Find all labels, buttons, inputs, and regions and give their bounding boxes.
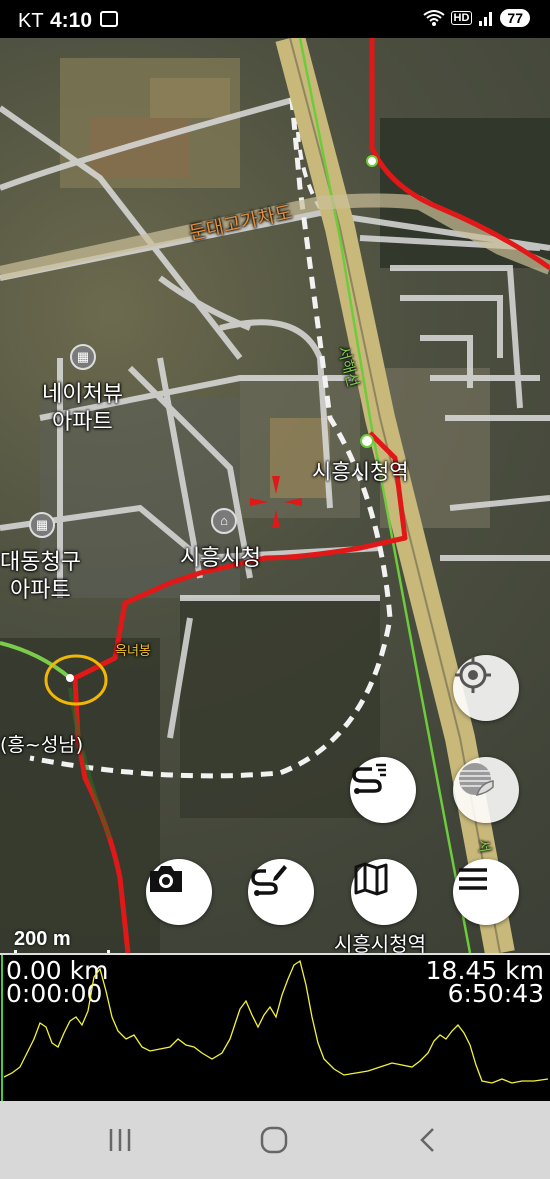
map-button[interactable]	[351, 859, 417, 925]
carrier-label: KT	[18, 10, 44, 32]
station-label-bottom: 시흥시청역	[334, 932, 426, 953]
road-label-side: (흥~성남)	[0, 734, 84, 756]
apt-label-daedong-2: 아파트	[10, 578, 71, 603]
hd-voice-icon: HD	[450, 11, 473, 25]
recents-button[interactable]	[100, 1125, 140, 1155]
route-list-icon	[352, 763, 386, 794]
layers-curl-icon	[459, 763, 494, 796]
route-edit-icon	[251, 865, 287, 896]
map-view[interactable]: 둔대고가차도 서해선 시흥시청역 ▦ 네이처뷰 아파트 ▦ 대동청구 아파트 ⌂…	[0, 38, 550, 953]
menu-button[interactable]	[453, 859, 519, 925]
camera-button[interactable]	[146, 859, 212, 925]
system-nav-bar	[0, 1101, 550, 1179]
home-button[interactable]	[254, 1125, 294, 1155]
draw-route-button[interactable]	[248, 859, 314, 925]
route-list-button[interactable]	[350, 757, 416, 823]
screenshot-icon	[100, 11, 118, 27]
home-icon	[260, 1126, 288, 1154]
elevation-profile-panel[interactable]: 0.00 km 0:00:00 18.45 km 6:50:43	[0, 953, 550, 1103]
crosshair-locate-icon	[455, 657, 491, 693]
recents-icon	[109, 1129, 131, 1151]
signal-icon	[479, 12, 493, 26]
status-indicators: HD 77	[422, 9, 530, 27]
back-button[interactable]	[408, 1125, 448, 1155]
back-chevron-icon	[420, 1128, 434, 1152]
elevation-line	[3, 959, 549, 1084]
poi-label-city-hall: 시흥시청	[180, 546, 261, 571]
apartment-poi-icon[interactable]: ▦	[70, 344, 96, 370]
status-bar: KT 4:10 HD 77	[0, 0, 550, 38]
hamburger-menu-icon	[459, 868, 487, 890]
government-poi-icon[interactable]: ⌂	[211, 508, 237, 534]
clock-time: 4:10	[50, 9, 93, 32]
scale-label: 200 m	[14, 928, 71, 950]
apartment-poi-icon[interactable]: ▦	[29, 512, 55, 538]
folded-map-icon	[354, 862, 388, 896]
station-label-city-hall: 시흥시청역	[312, 460, 409, 484]
battery-indicator: 77	[500, 9, 530, 27]
apt-label-nature-2: 아파트	[52, 410, 113, 435]
peak-label: 옥녀봉	[115, 644, 151, 659]
map-style-button[interactable]	[453, 757, 519, 823]
camera-icon	[150, 866, 182, 892]
my-location-button[interactable]	[453, 655, 519, 721]
wifi-icon	[422, 10, 445, 26]
elevation-profile-graph	[1, 955, 549, 1103]
